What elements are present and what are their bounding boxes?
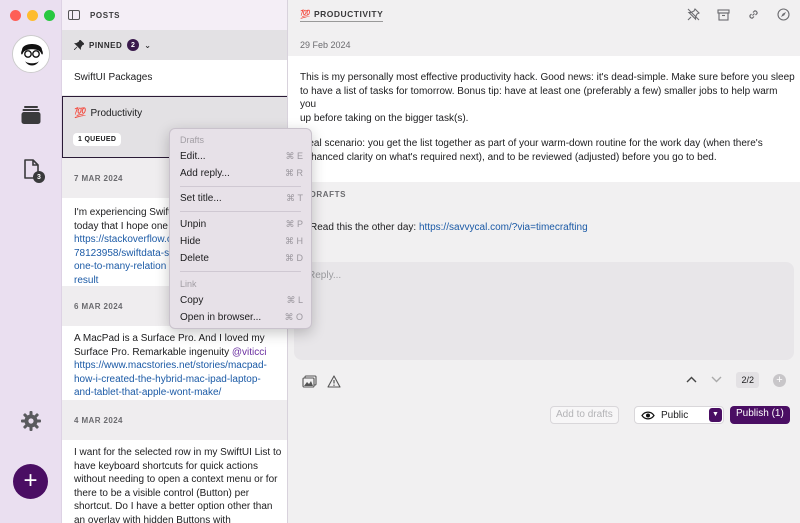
chevron-down-icon[interactable]: ▼: [709, 408, 722, 422]
post-date: 29 Feb 2024: [300, 40, 351, 50]
list-item-title: SwiftUI Packages: [74, 72, 153, 83]
chevron-down-icon[interactable]: [711, 374, 722, 386]
draft-item[interactable]: Read this the other day: https://savvyca…: [310, 222, 588, 233]
pin-icon: [74, 40, 84, 50]
sidebar-toggle-icon[interactable]: [68, 10, 80, 20]
new-post-button[interactable]: +: [13, 464, 48, 499]
list-item-swiftui-packages[interactable]: SwiftUI Packages: [62, 60, 287, 96]
unpin-icon[interactable]: [687, 8, 700, 21]
menu-separator: [180, 271, 301, 272]
menu-item-copy[interactable]: Copy ⌘ L: [170, 292, 313, 309]
menu-separator: [180, 186, 301, 187]
avatar[interactable]: [12, 35, 50, 73]
gear-icon[interactable]: [20, 410, 42, 432]
menu-section-link: Link: [180, 279, 197, 289]
menu-item-delete[interactable]: Delete ⌘ D: [170, 250, 313, 267]
draft-counter: 2/2: [736, 372, 759, 388]
mention-link[interactable]: @viticci: [232, 347, 267, 358]
list-item-post[interactable]: A MacPad is a Surface Pro. And I loved m…: [74, 332, 284, 400]
pinned-section-header[interactable]: PINNED 2 ⌄: [62, 30, 287, 60]
list-item-post[interactable]: I want for the selected row in my SwiftU…: [74, 446, 284, 523]
chevron-down-icon[interactable]: ⌄: [144, 41, 151, 50]
list-item-title: Productivity: [90, 108, 143, 119]
minimize-window-button[interactable]: [27, 10, 38, 21]
eye-icon: [641, 411, 655, 419]
reply-placeholder: Reply...: [308, 270, 342, 281]
visibility-select[interactable]: Public ▼: [634, 406, 724, 424]
visibility-value: Public: [661, 409, 689, 421]
pinned-label: PINNED: [89, 40, 123, 50]
posts-title: POSTS: [90, 10, 121, 20]
add-to-drafts-button[interactable]: Add to drafts: [550, 406, 619, 424]
close-window-button[interactable]: [10, 10, 21, 21]
menu-item-open-in-browser[interactable]: Open in browser... ⌘ O: [170, 309, 313, 326]
composer-tools: [302, 375, 341, 391]
queued-badge: 1 QUEUED: [73, 133, 122, 146]
warning-icon[interactable]: [327, 375, 341, 391]
breadcrumb[interactable]: 💯 PRODUCTIVITY: [300, 9, 384, 22]
link-icon[interactable]: [747, 8, 760, 21]
draft-link[interactable]: https://savvycal.com/?via=timecrafting: [419, 222, 588, 233]
zoom-window-button[interactable]: [44, 10, 55, 21]
drafts-section-label: DRAFTS: [310, 190, 347, 199]
menu-item-edit[interactable]: Edit... ⌘ E: [170, 148, 313, 165]
chevron-up-icon[interactable]: [686, 374, 697, 386]
publish-button[interactable]: Publish (1): [730, 406, 790, 424]
date-header: 4 MAR 2024: [62, 400, 287, 440]
archive-box-icon[interactable]: [20, 104, 42, 126]
post-detail: 💯 PRODUCTIVITY 29 Feb 2024 This is my pe…: [288, 0, 800, 523]
menu-item-add-reply[interactable]: Add reply... ⌘ R: [170, 165, 313, 182]
menu-section-drafts: Drafts: [180, 135, 205, 145]
compass-icon[interactable]: [777, 8, 790, 21]
reply-input[interactable]: [294, 262, 794, 360]
documents-count-badge: 3: [33, 171, 45, 183]
menu-item-set-title[interactable]: Set title... ⌘ T: [170, 190, 313, 207]
post-paragraph: This is my personally most effective pro…: [300, 72, 795, 124]
photo-icon[interactable]: [302, 375, 317, 391]
menu-item-unpin[interactable]: Unpin ⌘ P: [170, 216, 313, 233]
context-menu: Drafts Edit... ⌘ E Add reply... ⌘ R Set ti…: [169, 128, 312, 329]
menu-item-hide[interactable]: Hide ⌘ H: [170, 233, 313, 250]
left-rail: 3 +: [0, 0, 62, 523]
posts-header: POSTS: [62, 0, 287, 30]
archive-icon[interactable]: [717, 8, 730, 21]
add-draft-button[interactable]: +: [773, 373, 786, 387]
pinned-count-badge: 2: [127, 39, 140, 51]
menu-separator: [180, 211, 301, 212]
window-controls: [10, 10, 55, 21]
detail-actions: [687, 8, 790, 21]
draft-navigation: 2/2 +: [686, 372, 786, 388]
hundred-points-icon: 💯: [74, 108, 87, 119]
post-paragraph: Ideal scenario: you get the list togethe…: [300, 138, 763, 163]
